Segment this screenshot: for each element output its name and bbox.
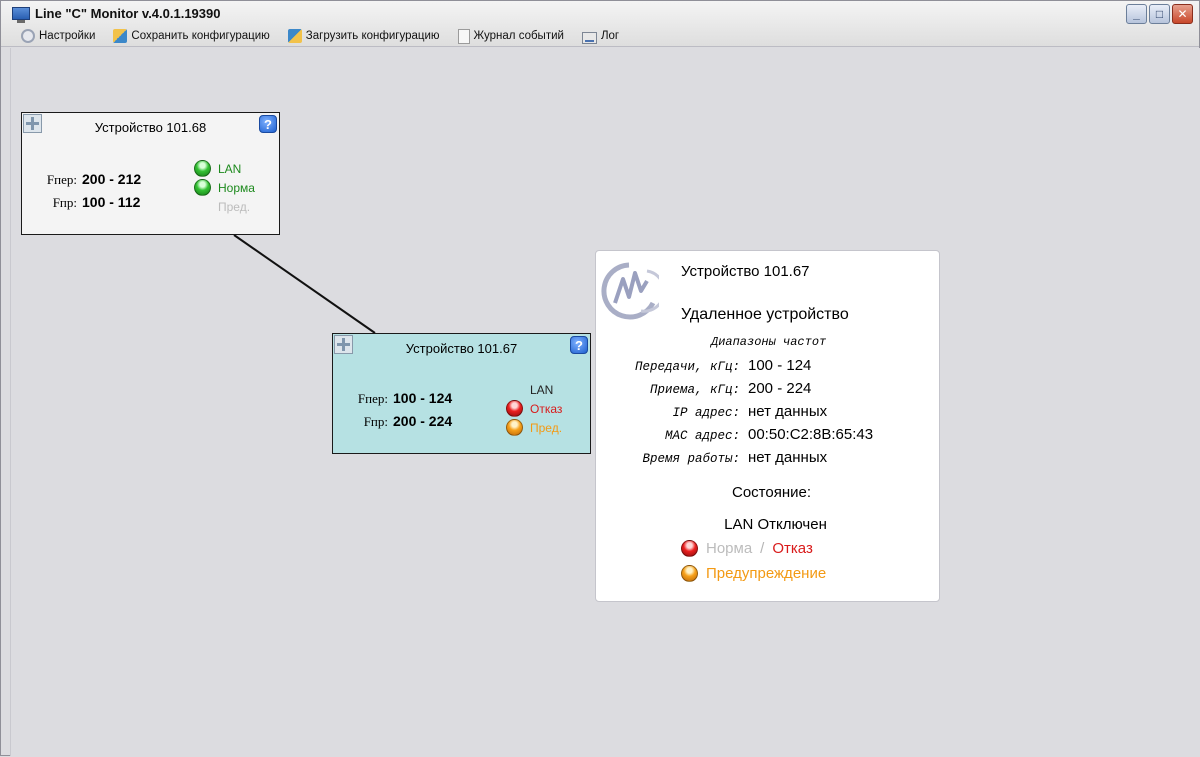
tx-frequency-value: 200 - 212 — [82, 171, 142, 187]
status-lan-label: LAN — [218, 161, 242, 176]
app-window: Line "C" Monitor v.4.0.1.19390 _ □ ✕ Нас… — [0, 0, 1200, 756]
status-lan: LAN — [506, 380, 562, 399]
info-warn-state: Предупреждение — [681, 565, 826, 582]
tx-frequency-row: Fпер: 200 - 212 — [22, 171, 141, 194]
load-config-icon — [287, 29, 302, 43]
device-info-panel: Устройство 101.67 Удаленное устройство Д… — [595, 250, 940, 602]
status-fail: Отказ — [506, 399, 562, 418]
rx-frequency-label: Fпр: — [363, 414, 388, 429]
info-row-uptime: Время работы: нет данных — [596, 449, 939, 472]
warn-led-icon — [681, 565, 698, 582]
event-journal-label: Журнал событий — [473, 30, 564, 42]
device-card-101-67[interactable]: ? Устройство 101.67 Fпер: 100 - 124 Fпр:… — [332, 333, 591, 454]
info-state-heading: Состояние: — [731, 484, 811, 501]
device-card-101-68[interactable]: ? Устройство 101.68 Fпер: 200 - 212 Fпр:… — [21, 112, 280, 235]
maximize-button[interactable]: □ — [1149, 4, 1170, 24]
info-row-ip: IP адрес: нет данных — [596, 403, 939, 426]
status-warn: Пред. — [194, 197, 255, 216]
info-device-role: Удаленное устройство — [681, 306, 849, 323]
info-device-title: Устройство 101.67 — [681, 263, 810, 280]
info-row-label: MAC адрес: — [664, 429, 740, 443]
fail-led-icon — [681, 540, 698, 557]
minimize-button[interactable]: _ — [1126, 4, 1147, 24]
info-row-tx: Передачи, кГц: 100 - 124 — [596, 357, 939, 380]
close-button[interactable]: ✕ — [1172, 4, 1193, 24]
status-warn: Пред. — [506, 418, 562, 437]
rx-frequency-value: 100 - 112 — [82, 194, 141, 210]
status-norm-label: Норма — [218, 180, 255, 195]
tx-frequency-label: Fпер: — [357, 391, 388, 406]
settings-button[interactable]: Настройки — [21, 29, 95, 43]
load-config-label: Загрузить конфигурацию — [305, 30, 440, 42]
fail-led-icon — [506, 400, 523, 417]
tx-frequency-row: Fпер: 100 - 124 — [333, 390, 452, 413]
info-row-value: 00:50:C2:8B:65:43 — [748, 426, 874, 443]
info-row-label: Передачи, кГц: — [634, 360, 740, 374]
log-icon — [581, 31, 597, 44]
info-row-rx: Приема, кГц: 200 - 224 — [596, 380, 939, 403]
device-title: Устройство 101.68 — [94, 120, 207, 135]
save-config-label: Сохранить конфигурацию — [131, 30, 270, 42]
info-fail-state: Норма / Отказ — [681, 540, 813, 557]
settings-label: Настройки — [39, 30, 96, 42]
toolbar: Настройки Сохранить конфигурацию Загрузи… — [1, 25, 1199, 47]
device-frequencies: Fпер: 200 - 212 Fпр: 100 - 112 — [22, 171, 141, 217]
rx-frequency-value: 200 - 224 — [393, 413, 453, 429]
info-row-value: 200 - 224 — [748, 380, 812, 397]
info-row-value: 100 - 124 — [748, 357, 812, 374]
lan-led-icon — [194, 160, 211, 177]
window-title-row: Line "C" Monitor v.4.0.1.19390 _ □ ✕ — [1, 1, 1199, 25]
event-journal-button[interactable]: Журнал событий — [457, 28, 564, 44]
device-frequencies: Fпер: 100 - 124 Fпр: 200 - 224 — [333, 390, 452, 436]
settings-icon — [21, 29, 35, 43]
info-warn-label: Предупреждение — [706, 565, 827, 582]
device-logo-icon — [601, 262, 659, 320]
info-row-label: IP адрес: — [672, 406, 740, 420]
device-title: Устройство 101.67 — [405, 341, 518, 356]
rx-frequency-row: Fпр: 100 - 112 — [22, 194, 141, 217]
info-norm-label: Норма — [706, 540, 753, 557]
tx-frequency-label: Fпер: — [46, 172, 77, 187]
log-button[interactable]: Лог — [581, 29, 620, 44]
status-warn-label: Пред. — [218, 199, 251, 214]
rx-frequency-label: Fпр: — [52, 195, 77, 210]
window-title: Line "C" Monitor v.4.0.1.19390 — [35, 5, 221, 21]
status-fail-label: Отказ — [530, 401, 563, 416]
info-frequency-heading: Диапазоны частот — [711, 335, 827, 349]
info-row-label: Время работы: — [642, 452, 740, 466]
info-separator: / — [760, 540, 765, 557]
device-status: LAN Отказ Пред. — [506, 380, 562, 437]
tx-frequency-value: 100 - 124 — [393, 390, 453, 406]
event-journal-icon — [457, 28, 470, 44]
monitor-app-icon — [12, 6, 30, 23]
info-properties: Передачи, кГц: 100 - 124 Приема, кГц: 20… — [596, 357, 939, 472]
status-warn-label: Пред. — [530, 420, 563, 435]
info-row-label: Приема, кГц: — [649, 383, 740, 397]
save-config-icon — [113, 29, 128, 43]
log-label: Лог — [600, 30, 620, 42]
load-config-button[interactable]: Загрузить конфигурацию — [287, 29, 440, 43]
save-config-button[interactable]: Сохранить конфигурацию — [113, 29, 270, 43]
info-row-value: нет данных — [748, 403, 828, 420]
info-row-value: нет данных — [748, 449, 828, 466]
status-lan-label: LAN — [530, 382, 554, 397]
info-lan-state: LAN Отключен — [724, 516, 827, 533]
info-fail-label: Отказ — [772, 540, 813, 557]
status-lan: LAN — [194, 159, 255, 178]
window-controls: _ □ ✕ — [1126, 4, 1193, 24]
norm-led-icon — [194, 179, 211, 196]
status-norm: Норма — [194, 178, 255, 197]
rx-frequency-row: Fпр: 200 - 224 — [333, 413, 452, 436]
warn-led-icon — [506, 419, 523, 436]
device-status: LAN Норма Пред. — [194, 159, 255, 216]
title-bar: Line "C" Monitor v.4.0.1.19390 _ □ ✕ Нас… — [1, 1, 1199, 47]
info-row-mac: MAC адрес: 00:50:C2:8B:65:43 — [596, 426, 939, 449]
